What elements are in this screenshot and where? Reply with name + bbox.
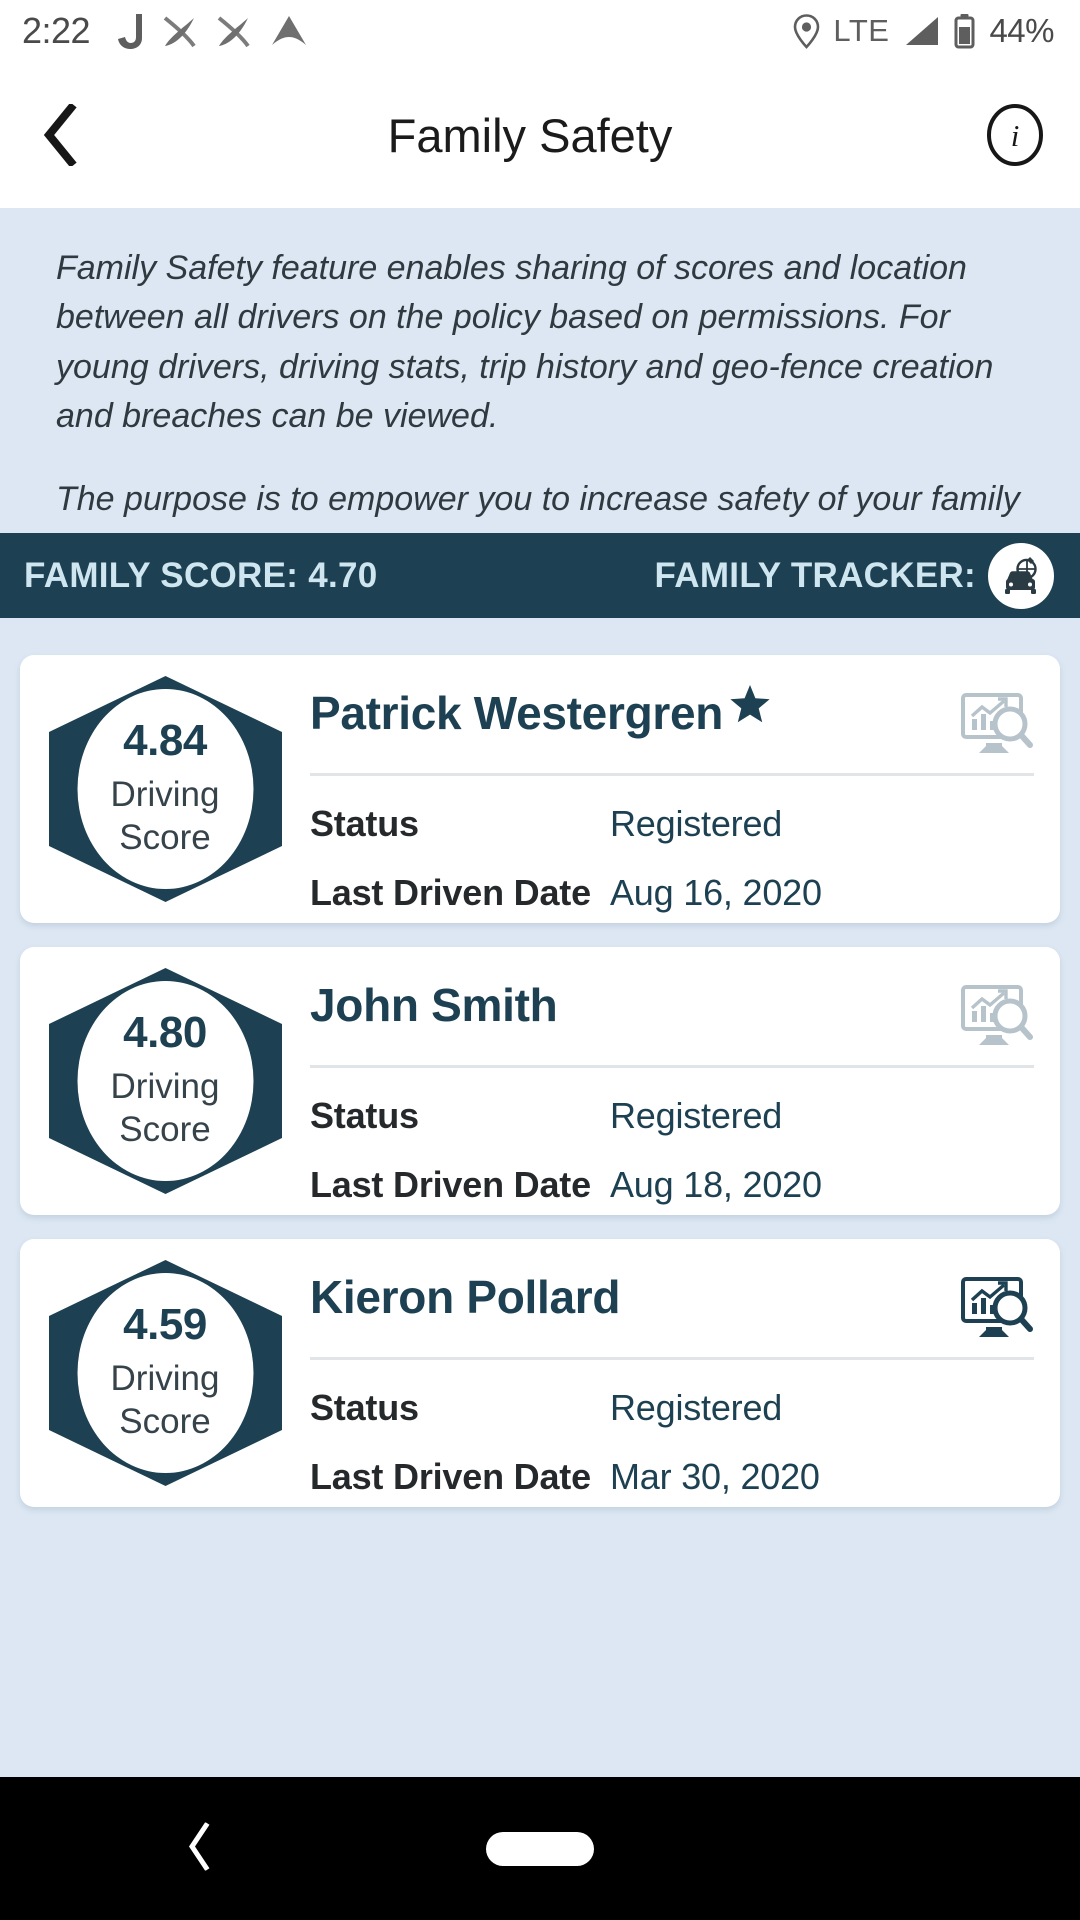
family-score-bar: FAMILY SCORE: 4.70 FAMILY TRACKER:	[0, 533, 1080, 618]
system-back-button[interactable]	[185, 1821, 213, 1875]
status-value: Registered	[610, 803, 783, 844]
battery-percent-label: 44%	[989, 12, 1054, 49]
j-app-icon	[118, 14, 143, 49]
swoosh-app-icon	[163, 16, 196, 48]
status-label: Status	[310, 1387, 419, 1428]
status-bar-system-icons: LTE 44%	[793, 12, 1054, 50]
last-driven-label: Last Driven Date	[310, 872, 591, 913]
battery-icon	[954, 14, 975, 49]
chart-search-icon[interactable]	[960, 1275, 1034, 1341]
driving-score-badge: 4.84 Driving Score	[20, 655, 310, 923]
hexagon-badge-shape	[48, 676, 282, 902]
driver-card[interactable]: 4.84 Driving Score Patrick Westergren St…	[20, 655, 1060, 923]
status-value: Registered	[610, 1095, 783, 1136]
status-value: Registered	[610, 1387, 783, 1428]
swoosh-app-icon	[217, 16, 250, 48]
driver-name-row: Kieron Pollard	[310, 1273, 1034, 1357]
description-paragraph-1: Family Safety feature enables sharing of…	[56, 249, 994, 435]
svg-text:i: i	[1011, 118, 1020, 153]
system-navigation-bar	[0, 1777, 1080, 1920]
driver-name-row: John Smith	[310, 981, 1034, 1065]
family-tracker-button[interactable]	[988, 542, 1054, 609]
hexagon-badge-shape	[48, 968, 282, 1194]
chart-search-icon[interactable]	[960, 691, 1034, 757]
driving-score-badge: 4.80 Driving Score	[20, 947, 310, 1215]
system-back-icon	[188, 1821, 210, 1871]
status-label: Status	[310, 803, 419, 844]
status-bar-clock: 2:22	[22, 10, 91, 51]
location-pin-icon	[794, 13, 820, 49]
last-driven-value: Aug 16, 2020	[610, 872, 822, 913]
star-icon	[730, 685, 770, 723]
home-pill-indicator[interactable]	[486, 1831, 594, 1866]
card-divider	[310, 773, 1034, 776]
status-bar: 2:22 LTE 44%	[0, 0, 1080, 62]
status-bar-notification-icons	[116, 12, 309, 50]
network-type-label: LTE	[833, 13, 890, 48]
driving-score-badge: 4.59 Driving Score	[20, 1239, 310, 1507]
chart-search-icon[interactable]	[960, 983, 1034, 1049]
last-driven-value: Mar 30, 2020	[610, 1456, 820, 1497]
app-screen: 2:22 LTE 44% Family Safety i Family Safe…	[0, 0, 1080, 1920]
driver-name: John Smith	[310, 979, 558, 1031]
driver-card[interactable]: 4.80 Driving Score John Smith Status Reg…	[20, 947, 1060, 1215]
car-tracker-icon	[997, 551, 1045, 600]
card-divider	[310, 1357, 1034, 1360]
info-button[interactable]: i	[950, 104, 1080, 166]
driver-name: Kieron Pollard	[310, 1271, 621, 1323]
driver-name: Patrick Westergren	[310, 687, 724, 739]
status-row: Status Registered	[310, 1095, 1034, 1137]
last-driven-value: Aug 18, 2020	[610, 1164, 822, 1205]
driver-name-row: Patrick Westergren	[310, 685, 1034, 773]
family-tracker-label: FAMILY TRACKER:	[654, 555, 976, 595]
page-title: Family Safety	[387, 108, 673, 162]
driver-card[interactable]: 4.59 Driving Score Kieron Pollard Status…	[20, 1239, 1060, 1507]
info-circle-icon: i	[987, 104, 1043, 166]
status-label: Status	[310, 1095, 419, 1136]
signal-bars-icon	[906, 17, 939, 45]
status-row: Status Registered	[310, 1387, 1034, 1429]
back-button[interactable]	[0, 104, 120, 166]
card-divider	[310, 1065, 1034, 1068]
app-header: Family Safety i	[0, 62, 1080, 208]
last-driven-row: Last Driven Date Aug 18, 2020	[310, 1164, 1034, 1206]
status-row: Status Registered	[310, 803, 1034, 845]
driver-card-list: 4.84 Driving Score Patrick Westergren St…	[0, 655, 1080, 1531]
triangle-app-icon	[272, 16, 307, 45]
last-driven-row: Last Driven Date Aug 16, 2020	[310, 872, 1034, 914]
last-driven-label: Last Driven Date	[310, 1456, 591, 1497]
last-driven-row: Last Driven Date Mar 30, 2020	[310, 1456, 1034, 1498]
last-driven-label: Last Driven Date	[310, 1164, 591, 1205]
family-score-label: FAMILY SCORE: 4.70	[24, 555, 378, 595]
back-chevron-icon	[43, 104, 77, 166]
hexagon-badge-shape	[48, 1260, 282, 1486]
